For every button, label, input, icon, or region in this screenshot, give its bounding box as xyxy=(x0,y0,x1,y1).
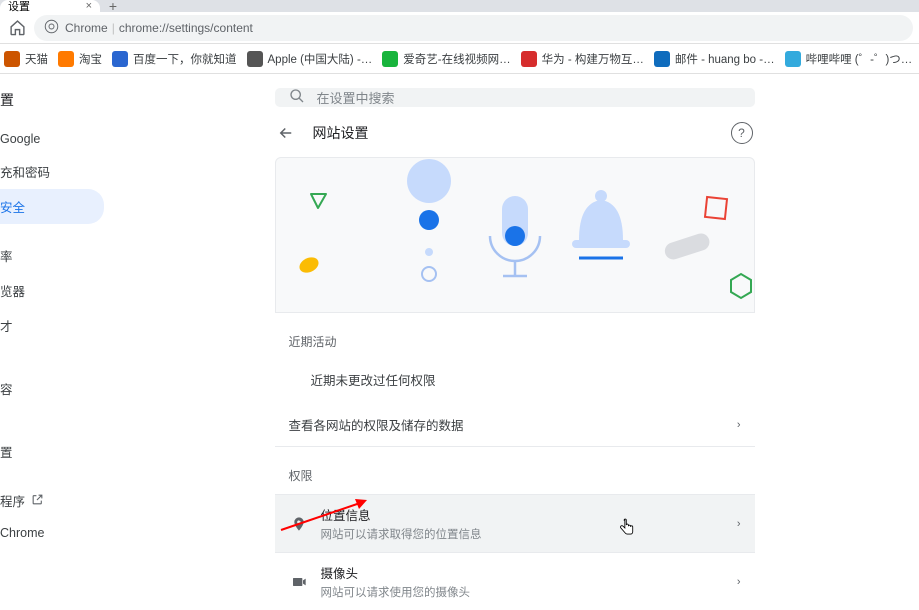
url-prefix: Chrome xyxy=(65,21,108,35)
bookmark-label: 华为 - 构建万物互… xyxy=(542,51,644,67)
sidebar-item-google[interactable]: Google xyxy=(0,124,104,154)
bookmark-item[interactable]: 华为 - 构建万物互… xyxy=(521,51,644,67)
permission-text: 摄像头 网站可以请求使用您的摄像头 xyxy=(321,563,471,600)
bookmark-label: 邮件 - huang bo -… xyxy=(675,51,775,67)
bookmark-item[interactable]: 邮件 - huang bo -… xyxy=(654,51,775,67)
browser-tab[interactable]: 设置 × xyxy=(0,0,100,12)
sidebar-item-content[interactable]: 容 xyxy=(0,371,104,406)
sidebar-item-performance[interactable]: 率 xyxy=(0,238,104,273)
settings-search[interactable]: 在设置中搜索 xyxy=(275,88,755,107)
url-separator: | xyxy=(112,21,115,35)
favicon-icon xyxy=(58,51,74,67)
sidebar-item-search[interactable]: 才 xyxy=(0,308,104,343)
favicon-icon xyxy=(382,51,398,67)
main-area: 置 Google 充和密码 安全 率 览器 才 容 置 程序 Chrome 在设… xyxy=(0,74,919,557)
permission-text: 位置信息 网站可以请求取得您的位置信息 xyxy=(321,505,482,542)
hero-illustration xyxy=(275,157,755,313)
location-desc: 网站可以请求取得您的位置信息 xyxy=(321,526,482,542)
recent-title: 近期活动 xyxy=(275,313,755,360)
bookmark-label: 百度一下，你就知道 xyxy=(133,51,237,67)
bookmark-item[interactable]: 天猫 xyxy=(4,51,48,67)
question-icon: ? xyxy=(738,126,745,140)
view-all-permissions[interactable]: 查看各网站的权限及储存的数据 › xyxy=(275,403,755,447)
view-all-label: 查看各网站的权限及储存的数据 xyxy=(289,415,464,434)
chevron-right-icon: › xyxy=(737,419,741,431)
url-text: chrome://settings/content xyxy=(119,21,253,35)
plus-icon: + xyxy=(109,0,117,14)
sidebar-item-autofill[interactable]: 充和密码 xyxy=(0,154,104,189)
sidebar-item-browser[interactable]: 览器 xyxy=(0,273,104,308)
tab-bar: 设置 × + xyxy=(0,0,919,12)
home-button[interactable] xyxy=(6,17,28,39)
tab-title: 设置 xyxy=(8,0,30,14)
location-name: 位置信息 xyxy=(321,505,482,524)
address-bar: Chrome | chrome://settings/content xyxy=(0,12,919,44)
permission-camera[interactable]: 摄像头 网站可以请求使用您的摄像头 › xyxy=(275,552,755,610)
panel-header: 网站设置 ? xyxy=(275,121,755,157)
chevron-right-icon: › xyxy=(737,518,741,530)
external-link-icon xyxy=(31,493,44,509)
camera-icon xyxy=(289,574,309,590)
settings-panel: 网站设置 ? xyxy=(275,121,755,610)
location-icon xyxy=(289,516,309,532)
sidebar-item-privacy[interactable]: 安全 xyxy=(0,189,104,224)
panel-title: 网站设置 xyxy=(313,123,369,143)
close-icon[interactable]: × xyxy=(86,0,92,12)
sidebar-title: 置 xyxy=(0,86,104,124)
url-box[interactable]: Chrome | chrome://settings/content xyxy=(34,15,913,41)
bookmark-item[interactable]: 哔哩哔哩 (゜-゜)つ… xyxy=(785,51,913,67)
new-tab-button[interactable]: + xyxy=(100,0,126,12)
chrome-icon xyxy=(44,19,59,37)
bookmarks-bar: 天猫 淘宝 百度一下，你就知道 Apple (中国大陆) -… 爱奇艺-在线视频网… 华为… xyxy=(0,44,919,74)
search-icon xyxy=(289,88,305,107)
bookmark-item[interactable]: Apple (中国大陆) -… xyxy=(247,51,373,67)
favicon-icon xyxy=(521,51,537,67)
camera-desc: 网站可以请求使用您的摄像头 xyxy=(321,584,471,600)
settings-sidebar: 置 Google 充和密码 安全 率 览器 才 容 置 程序 Chrome xyxy=(0,74,104,557)
camera-name: 摄像头 xyxy=(321,563,471,582)
bookmark-label: 天猫 xyxy=(25,51,48,67)
permission-location[interactable]: 位置信息 网站可以请求取得您的位置信息 › xyxy=(275,494,755,552)
search-placeholder: 在设置中搜索 xyxy=(317,88,395,107)
back-button[interactable] xyxy=(277,121,301,145)
sidebar-item-about[interactable]: Chrome xyxy=(0,518,104,548)
favicon-icon xyxy=(112,51,128,67)
bookmark-item[interactable]: 淘宝 xyxy=(58,51,102,67)
sidebar-item-extensions[interactable]: 程序 xyxy=(0,483,104,518)
bookmark-item[interactable]: 百度一下，你就知道 xyxy=(112,51,237,67)
bookmark-item[interactable]: 爱奇艺-在线视频网… xyxy=(382,51,510,67)
permissions-title: 权限 xyxy=(275,447,755,494)
help-button[interactable]: ? xyxy=(731,122,753,144)
favicon-icon xyxy=(785,51,801,67)
favicon-icon xyxy=(654,51,670,67)
favicon-icon xyxy=(247,51,263,67)
bookmark-label: 哔哩哔哩 (゜-゜)つ… xyxy=(806,51,913,67)
chevron-right-icon: › xyxy=(737,576,741,588)
bookmark-label: 爱奇艺-在线视频网… xyxy=(403,51,510,67)
sidebar-item-label: 程序 xyxy=(0,491,25,510)
recent-empty: 近期未更改过任何权限 xyxy=(275,360,755,403)
favicon-icon xyxy=(4,51,20,67)
bookmark-label: Apple (中国大陆) -… xyxy=(268,51,373,67)
content-area: 在设置中搜索 网站设置 ? xyxy=(104,74,919,557)
bookmark-label: 淘宝 xyxy=(79,51,102,67)
sidebar-item-reset[interactable]: 置 xyxy=(0,434,104,469)
